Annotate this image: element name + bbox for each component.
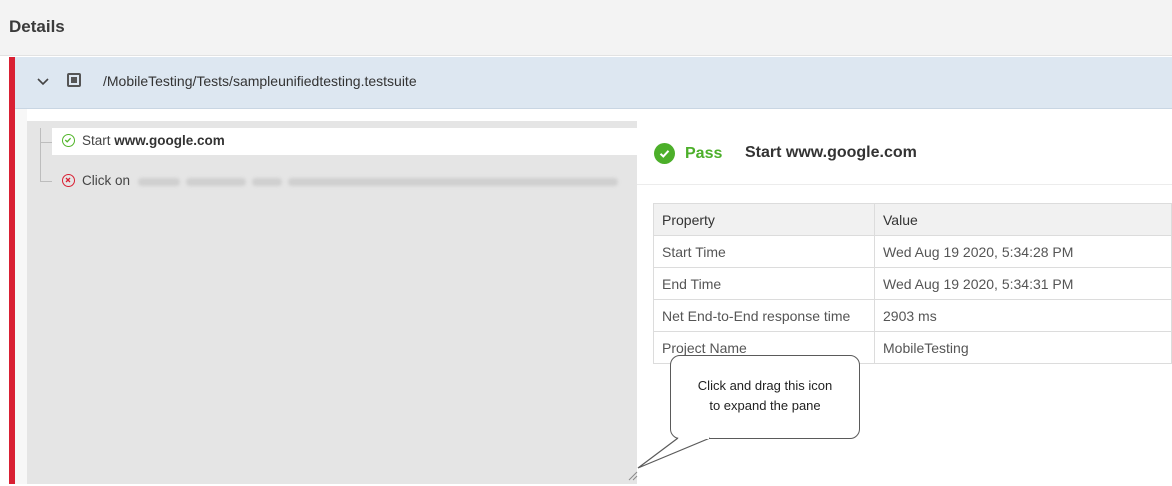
table-row: Start Time Wed Aug 19 2020, 5:34:28 PM	[653, 235, 1172, 268]
value-cell: MobileTesting	[874, 331, 1172, 364]
step-item-click[interactable]: Click on	[52, 168, 637, 195]
step-item-start[interactable]: Start www.google.com	[52, 128, 637, 155]
check-circle-icon	[62, 134, 75, 147]
callout-line: Click and drag this icon	[697, 378, 833, 393]
test-suite-path: /MobileTesting/Tests/sampleunifiedtestin…	[103, 73, 417, 89]
value-cell: Wed Aug 19 2020, 5:34:28 PM	[874, 235, 1172, 268]
callout-text: Click and drag this icon to expand the p…	[670, 376, 860, 416]
chevron-down-icon[interactable]	[35, 74, 51, 90]
redacted-text	[288, 178, 618, 186]
details-title: Details	[9, 17, 65, 36]
column-header: Value	[874, 203, 1172, 236]
check-circle-icon	[654, 143, 675, 164]
resize-handle-icon[interactable]	[626, 468, 638, 481]
step-target: www.google.com	[114, 133, 225, 148]
tree-connector	[40, 181, 52, 182]
properties-table: Property Value Start Time Wed Aug 19 202…	[653, 203, 1172, 364]
tree-connector	[40, 142, 52, 143]
column-header: Property	[653, 203, 875, 236]
step-action: Start	[82, 133, 115, 148]
table-row: End Time Wed Aug 19 2020, 5:34:31 PM	[653, 267, 1172, 300]
redacted-text	[138, 178, 180, 186]
x-circle-icon	[62, 174, 75, 187]
property-cell: Start Time	[653, 235, 875, 268]
callout-line: to expand the pane	[709, 398, 821, 413]
property-cell: Net End-to-End response time	[653, 299, 875, 332]
step-detail-title: Start www.google.com	[745, 144, 917, 161]
callout-pointer	[637, 436, 710, 469]
step-label: Start www.google.com	[82, 133, 225, 148]
test-suite-row[interactable]: /MobileTesting/Tests/sampleunifiedtestin…	[15, 57, 1172, 109]
status-badge: Pass	[685, 145, 723, 162]
test-suite-icon	[67, 73, 81, 87]
divider	[637, 184, 1172, 185]
tree-connector	[40, 128, 41, 182]
step-label: Click on	[82, 173, 130, 188]
property-cell: End Time	[653, 267, 875, 300]
value-cell: Wed Aug 19 2020, 5:34:31 PM	[874, 267, 1172, 300]
redacted-text	[186, 178, 246, 186]
table-row: Net End-to-End response time 2903 ms	[653, 299, 1172, 332]
redacted-text	[252, 178, 282, 186]
value-cell: 2903 ms	[874, 299, 1172, 332]
left-gutter	[15, 57, 27, 484]
details-header: Details	[0, 0, 1172, 56]
table-header-row: Property Value	[653, 203, 1172, 236]
step-action: Click on	[82, 173, 131, 188]
